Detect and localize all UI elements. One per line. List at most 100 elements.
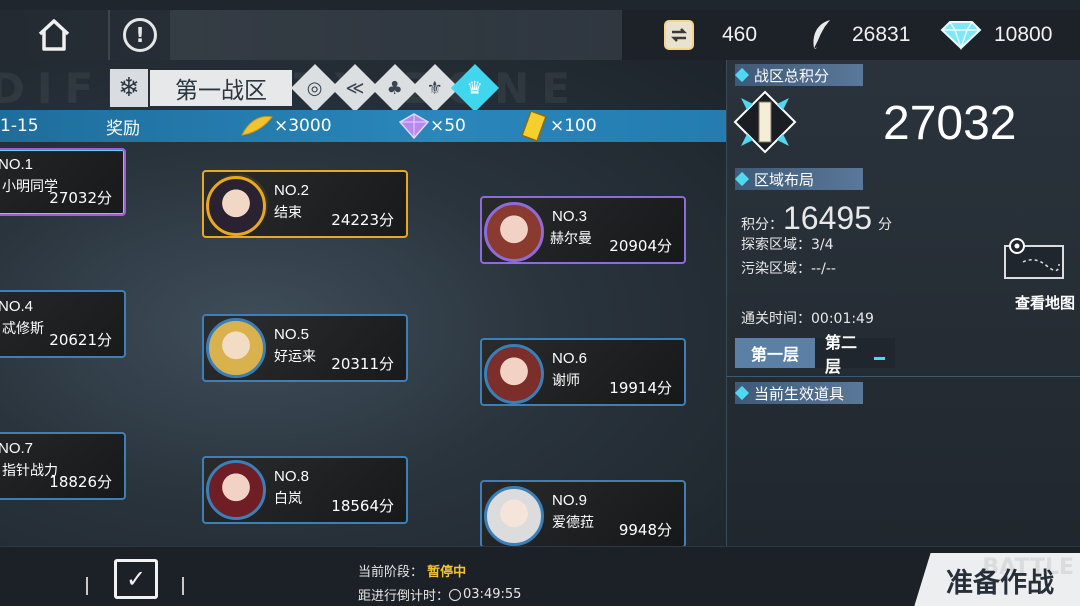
tab-layer-2[interactable]: 第二层 bbox=[815, 333, 895, 376]
stage-label: 当前阶段： bbox=[358, 565, 424, 580]
rank-number: NO.9 bbox=[552, 492, 588, 509]
explore-areas: 探索区域：3/4 bbox=[741, 237, 834, 253]
rank-medal-icon bbox=[733, 90, 797, 154]
view-map-label[interactable]: 查看地图 bbox=[1015, 292, 1075, 313]
leaderboard-area: DIFFICULTY ZONE ❄ 第一战区 ◎ ≪ ♣ ⚜ ♛ 1-15 奖励… bbox=[0, 60, 726, 546]
rank-number: NO.2 bbox=[274, 182, 310, 199]
current-stage: 当前阶段： 暂停中 bbox=[358, 561, 466, 580]
feather-icon bbox=[241, 116, 273, 136]
top-bar: ! 460 26831 10800 bbox=[0, 10, 1080, 60]
divider bbox=[727, 376, 1080, 377]
reward-bar: 1-15 奖励 ×3000 ×50 ×100 bbox=[0, 110, 726, 142]
divider bbox=[182, 577, 184, 595]
rank-card-1[interactable]: NO.1 小明同学 27032分 bbox=[0, 148, 126, 216]
avatar bbox=[206, 318, 266, 378]
info-icon: ! bbox=[123, 18, 157, 52]
rank-score: 20311分 bbox=[331, 355, 394, 373]
feather-icon bbox=[813, 20, 830, 49]
home-icon bbox=[38, 19, 70, 51]
currency-bar: 460 26831 10800 bbox=[622, 10, 1080, 60]
rank-score: 19914分 bbox=[609, 379, 672, 397]
exchange-ticket-icon bbox=[664, 20, 694, 50]
rank-number: NO.8 bbox=[274, 468, 310, 485]
zone-name[interactable]: 第一战区 bbox=[150, 70, 292, 106]
total-score-value: 27032 bbox=[883, 97, 1017, 150]
currency-diamond[interactable]: 10800 bbox=[940, 10, 1052, 60]
rank-number: NO.3 bbox=[552, 208, 588, 225]
currency-feather[interactable]: 26831 bbox=[808, 10, 910, 60]
tab-indicator bbox=[874, 356, 885, 360]
map-icon bbox=[1004, 238, 1064, 279]
rank-card-7[interactable]: NO.7 指针战力 18826分 bbox=[0, 432, 126, 500]
reward-ticket: ×100 bbox=[518, 110, 597, 142]
diamond-icon bbox=[940, 21, 982, 50]
area-score: 积分： 16495 分 bbox=[741, 200, 892, 237]
countdown-value: 03:49:55 bbox=[463, 587, 522, 602]
clear-time: 通关时间：00:01:49 bbox=[741, 311, 874, 327]
reward-crystal-amount: ×50 bbox=[430, 116, 466, 136]
rank-number: NO.5 bbox=[274, 326, 310, 343]
exchange-ticket-count: 460 bbox=[722, 23, 758, 46]
clipboard-check-icon: ✓ bbox=[114, 559, 158, 599]
diamond-bullet-icon bbox=[734, 67, 750, 83]
diamond-bullet-icon bbox=[734, 171, 750, 187]
area-score-value: 16495 bbox=[783, 200, 872, 236]
layout-title-text: 区域布局 bbox=[754, 170, 815, 189]
tab-layer-2-label: 第二层 bbox=[825, 333, 858, 376]
rank-number: NO.4 bbox=[0, 298, 34, 315]
rank-number: NO.6 bbox=[552, 350, 588, 367]
diamond-count: 10800 bbox=[994, 23, 1053, 46]
active-items-title-text: 当前生效道具 bbox=[754, 384, 845, 403]
avatar bbox=[484, 344, 544, 404]
area-score-unit: 分 bbox=[877, 217, 892, 233]
rank-player-name: 结束 bbox=[274, 205, 302, 221]
reward-ticket-amount: ×100 bbox=[550, 116, 597, 136]
rank-player-name: 赫尔曼 bbox=[550, 231, 592, 247]
rank-score: 9948分 bbox=[618, 521, 672, 539]
reward-feather: ×3000 bbox=[240, 110, 332, 142]
rank-player-name: 谢师 bbox=[552, 373, 580, 389]
reward-crystal: ×50 bbox=[398, 110, 466, 142]
rank-score: 18826分 bbox=[49, 473, 112, 491]
zone-selector: ❄ 第一战区 ◎ ≪ ♣ ⚜ ♛ bbox=[110, 63, 500, 113]
avatar bbox=[484, 486, 544, 546]
info-button[interactable]: ! bbox=[112, 10, 168, 60]
total-score-title-text: 战区总积分 bbox=[754, 66, 830, 85]
crystal-icon bbox=[398, 113, 430, 140]
avatar bbox=[484, 202, 544, 262]
home-button[interactable] bbox=[0, 10, 110, 60]
divider bbox=[86, 577, 88, 595]
currency-exchange[interactable]: 460 bbox=[662, 10, 757, 60]
countdown-label: 距进行倒计时： bbox=[358, 589, 450, 604]
rank-player-name: 好运来 bbox=[274, 349, 316, 365]
diamond-bullet-icon bbox=[734, 385, 750, 401]
task-button[interactable]: ✓ 任务 bbox=[86, 555, 186, 606]
rank-score: 24223分 bbox=[331, 211, 394, 229]
avatar bbox=[206, 460, 266, 520]
rank-score: 27032分 bbox=[49, 189, 112, 207]
reward-feather-amount: ×3000 bbox=[274, 116, 332, 136]
countdown: 距进行倒计时： 03:49:55 bbox=[358, 585, 521, 604]
snowflake-icon: ❄ bbox=[110, 69, 148, 107]
zone-score-panel: 战区总积分 27032 区域布局 积分： 16495 分 探索区域：3/4 污染… bbox=[726, 60, 1080, 546]
prepare-battle-button[interactable]: BATTLE 准备作战 bbox=[914, 553, 1080, 606]
rank-range: 1-15 bbox=[0, 116, 39, 136]
rank-player-name: 爱德菈 bbox=[552, 515, 594, 531]
rank-score: 18564分 bbox=[331, 497, 394, 515]
crown-icon[interactable]: ♛ bbox=[450, 63, 500, 113]
polluted-areas: 污染区域：--/-- bbox=[741, 261, 836, 277]
rank-score: 20621分 bbox=[49, 331, 112, 349]
stage-status: 暂停中 bbox=[427, 565, 467, 580]
layout-title: 区域布局 bbox=[734, 168, 863, 190]
rank-score: 20904分 bbox=[609, 237, 672, 255]
bottom-bar: ✓ 任务 当前阶段： 暂停中 距进行倒计时： 03:49:55 BATTLE 准… bbox=[0, 546, 1080, 606]
topbar-decoration bbox=[170, 10, 622, 60]
active-items-title: 当前生效道具 bbox=[734, 382, 863, 404]
rank-player-name: 白岚 bbox=[274, 491, 302, 507]
rank-player-name: 忒修斯 bbox=[2, 321, 44, 337]
total-score-title: 战区总积分 bbox=[734, 64, 863, 86]
feather-count: 26831 bbox=[852, 23, 911, 46]
tab-layer-1[interactable]: 第一层 bbox=[735, 338, 815, 368]
rank-number: NO.7 bbox=[0, 440, 34, 457]
rank-card-4[interactable]: NO.4 忒修斯 20621分 bbox=[0, 290, 126, 358]
